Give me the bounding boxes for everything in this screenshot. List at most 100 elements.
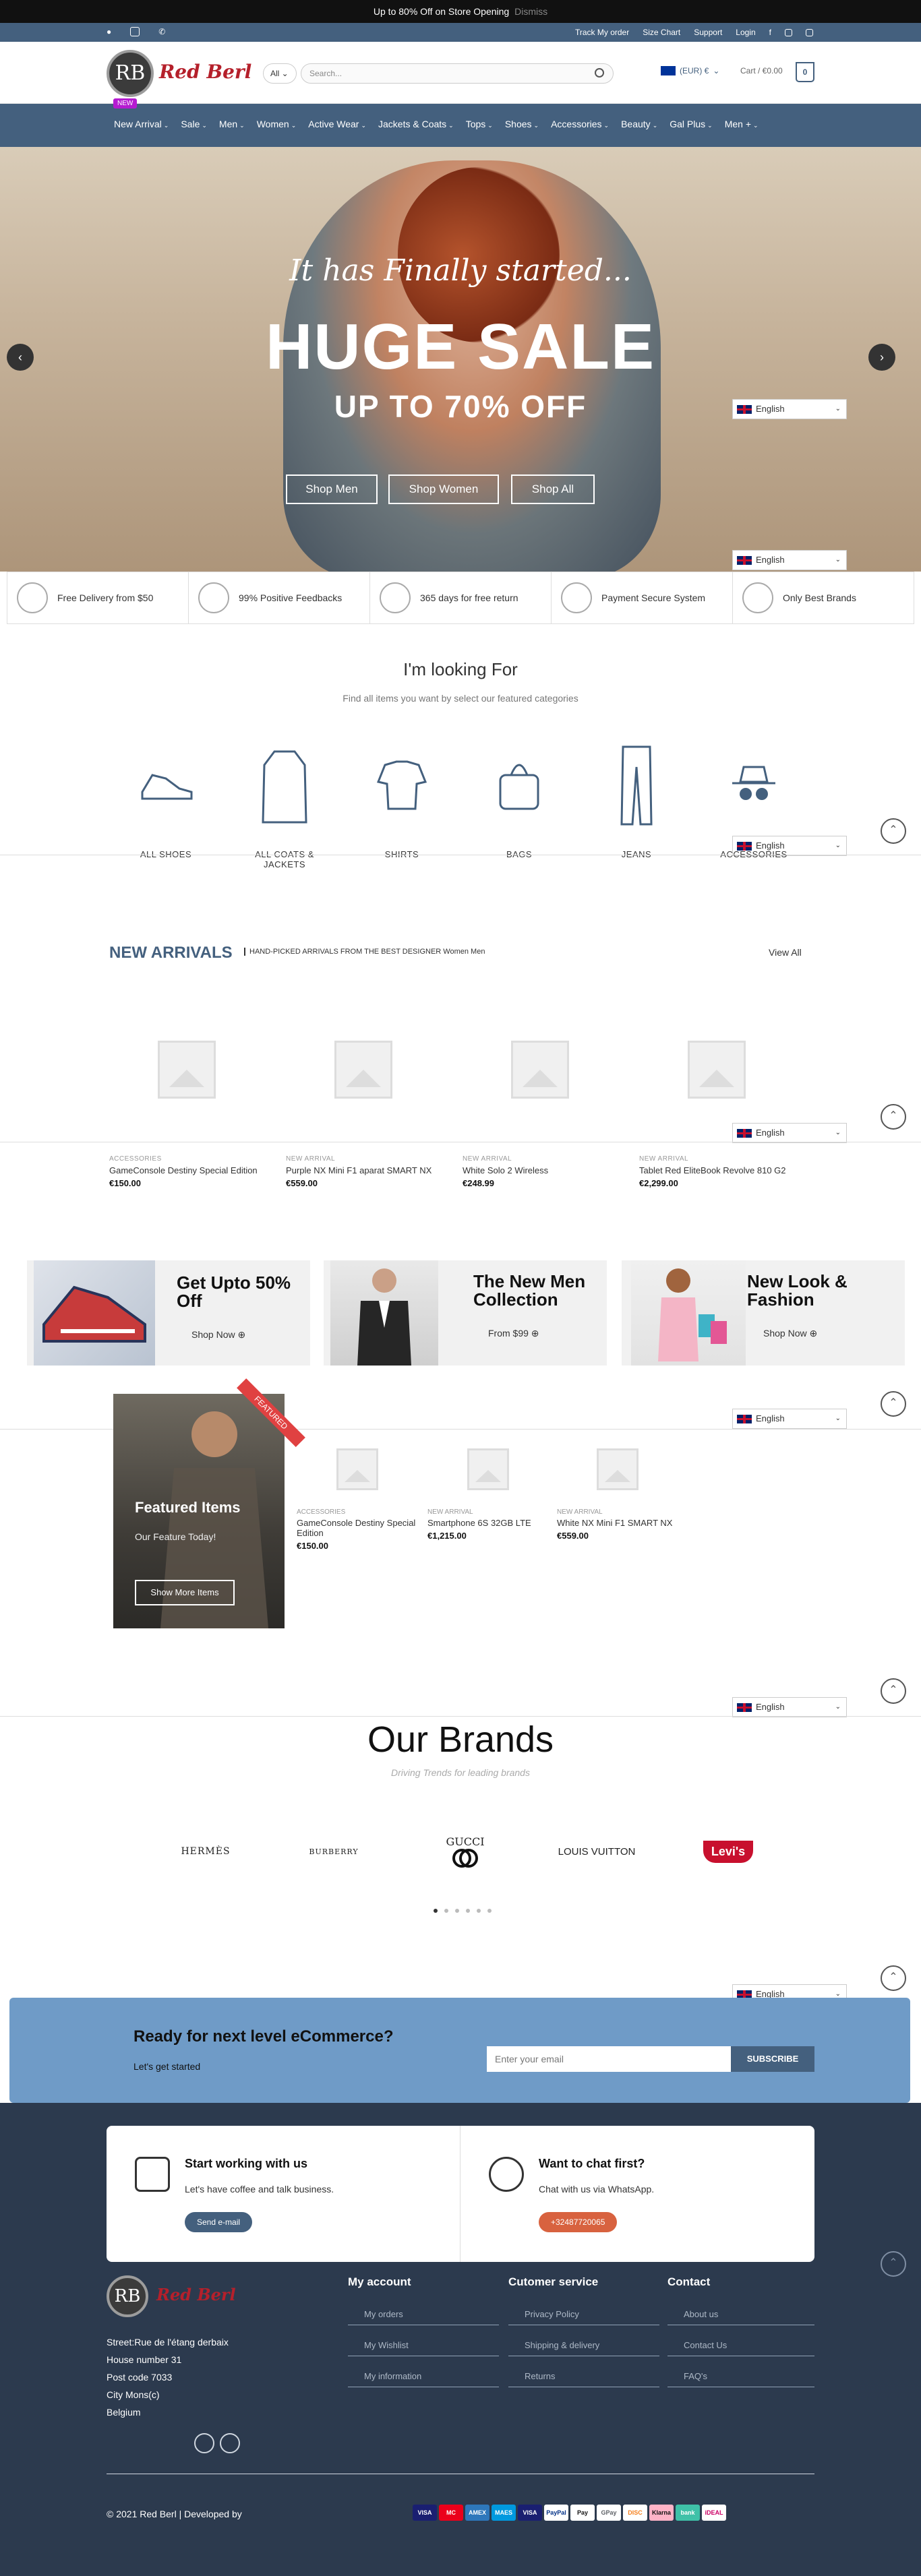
nav-jackets-coats[interactable]: Jackets & Coats ⌄ [372, 119, 460, 129]
brand-levis[interactable]: Levi's [694, 1828, 762, 1875]
size-chart-link[interactable]: Size Chart [643, 28, 680, 37]
promo-banner-fashion[interactable]: New Look & Fashion Shop Now ⊕ [622, 1260, 905, 1366]
facebook-icon[interactable]: f [769, 28, 771, 37]
support-link[interactable]: Support [694, 28, 722, 37]
slider-next-icon[interactable]: › [868, 344, 895, 371]
carousel-dot[interactable] [444, 1909, 448, 1913]
product-image-placeholder[interactable] [109, 992, 264, 1147]
phone-icon[interactable]: ✆ [158, 27, 165, 36]
slider-prev-icon[interactable]: ‹ [7, 344, 34, 371]
brand-burberry[interactable]: BURBERRY [297, 1828, 371, 1875]
footer-logo-text[interactable]: Red Berl [156, 2285, 236, 2304]
nav-new-arrival[interactable]: New Arrival ⌄ [108, 119, 175, 129]
brand-hermes[interactable]: HERMÈS [169, 1828, 243, 1875]
scroll-to-top-icon[interactable]: ⌃ [881, 818, 906, 844]
product-name[interactable]: White NX Mini F1 SMART NX [557, 1518, 678, 1528]
product-name[interactable]: Purple NX Mini F1 aparat SMART NX [286, 1165, 441, 1175]
email-icon[interactable] [130, 27, 140, 36]
nav-shoes[interactable]: Shoes ⌄ [499, 119, 545, 129]
product-card[interactable]: NEW ARRIVAL Tablet Red EliteBook Revolve… [639, 992, 794, 1188]
carousel-dot-active[interactable] [434, 1909, 438, 1913]
product-name[interactable]: Tablet Red EliteBook Revolve 810 G2 [639, 1165, 794, 1175]
carousel-dot[interactable] [477, 1909, 481, 1913]
view-all-link[interactable]: View All [769, 947, 802, 958]
footer-link[interactable]: Contact Us [667, 2335, 814, 2356]
scroll-to-top-icon[interactable]: ⌃ [881, 2251, 906, 2277]
footer-link[interactable]: Privacy Policy [508, 2304, 659, 2325]
logo[interactable]: RB [107, 50, 154, 97]
scroll-to-top-icon[interactable]: ⌃ [881, 1104, 906, 1130]
product-name[interactable]: GameConsole Destiny Special Edition [297, 1518, 418, 1538]
brand-gucci[interactable]: GUCCI [425, 1828, 506, 1875]
shop-all-button[interactable]: Shop All [511, 474, 595, 504]
subscribe-button[interactable]: SUBSCRIBE [731, 2046, 814, 2072]
product-image-placeholder[interactable] [557, 1436, 678, 1503]
nav-accessories[interactable]: Accessories ⌄ [545, 119, 615, 129]
currency-switcher[interactable]: (EUR) € ⌄ [661, 66, 719, 75]
product-card[interactable]: NEW ARRIVAL White Solo 2 Wireless €248.9… [463, 992, 618, 1188]
nav-sale[interactable]: Sale ⌄ [175, 119, 213, 129]
nav-men[interactable]: Men ⌄ [213, 119, 251, 129]
category-shoes[interactable]: ALL SHOES [119, 741, 213, 859]
language-switcher[interactable]: English⌄ [732, 1697, 847, 1717]
product-image-placeholder[interactable] [427, 1436, 549, 1503]
footer-link[interactable]: Shipping & delivery [508, 2335, 659, 2356]
promo-cta[interactable]: Shop Now ⊕ [191, 1329, 245, 1341]
promo-banner-sale[interactable]: Get Upto 50% Off Shop Now ⊕ [27, 1260, 310, 1366]
nav-beauty[interactable]: Beauty ⌄ [615, 119, 663, 129]
nav-gal-plus[interactable]: Gal Plus ⌄ [663, 119, 718, 129]
category-select[interactable]: All ⌄ [263, 63, 297, 84]
instagram-icon[interactable] [785, 28, 792, 36]
category-accessories[interactable]: ACCESSORIES [707, 741, 801, 859]
shop-men-button[interactable]: Shop Men [286, 474, 378, 504]
dismiss-link[interactable]: Dismiss [514, 6, 547, 17]
footer-link[interactable]: My information [348, 2366, 499, 2387]
promo-banner-men[interactable]: The New Men Collection From $99 ⊕ [324, 1260, 607, 1366]
footer-logo[interactable]: RB [107, 2275, 148, 2317]
location-icon[interactable]: ● [107, 27, 111, 36]
footer-link[interactable]: About us [667, 2304, 814, 2325]
category-bags[interactable]: BAGS [472, 741, 566, 859]
category-jeans[interactable]: JEANS [589, 741, 684, 859]
nav-women[interactable]: Women ⌄ [251, 119, 303, 129]
nav-tops[interactable]: Tops ⌄ [460, 119, 499, 129]
facebook-icon[interactable] [194, 2433, 214, 2453]
nav-men-plus[interactable]: Men + ⌄ [719, 119, 765, 129]
login-link[interactable]: Login [736, 28, 755, 37]
language-switcher[interactable]: English⌄ [732, 550, 847, 570]
language-switcher[interactable]: English⌄ [732, 1409, 847, 1429]
cart-link[interactable]: Cart / €0.00 [740, 66, 783, 75]
search-icon[interactable] [595, 68, 604, 78]
product-image-placeholder[interactable] [463, 992, 618, 1147]
featured-product-card[interactable]: ACCESSORIES GameConsole Destiny Special … [297, 1436, 418, 1551]
product-name[interactable]: GameConsole Destiny Special Edition [109, 1165, 264, 1175]
product-name[interactable]: White Solo 2 Wireless [463, 1165, 618, 1175]
send-email-button[interactable]: Send e-mail [185, 2212, 253, 2232]
email-input[interactable]: Enter your email [487, 2046, 731, 2072]
mail-icon[interactable] [806, 28, 813, 36]
category-shirts[interactable]: SHIRTS [355, 741, 449, 859]
footer-link[interactable]: My orders [348, 2304, 499, 2325]
carousel-dot[interactable] [487, 1909, 492, 1913]
scroll-to-top-icon[interactable]: ⌃ [881, 1391, 906, 1417]
footer-link[interactable]: FAQ's [667, 2366, 814, 2387]
featured-product-card[interactable]: NEW ARRIVAL White NX Mini F1 SMART NX €5… [557, 1436, 678, 1541]
whatsapp-button[interactable]: +32487720065 [539, 2212, 618, 2232]
instagram-icon[interactable] [220, 2433, 240, 2453]
language-switcher[interactable]: English⌄ [732, 399, 847, 419]
cart-icon[interactable]: 0 [796, 62, 814, 82]
product-image-placeholder[interactable] [286, 992, 441, 1147]
footer-link[interactable]: Returns [508, 2366, 659, 2387]
brand-louis-vuitton[interactable]: LOUIS VUITTON [553, 1828, 641, 1875]
product-card[interactable]: ACCESSORIES GameConsole Destiny Special … [109, 992, 264, 1188]
product-name[interactable]: Smartphone 6S 32GB LTE [427, 1518, 549, 1528]
product-image-placeholder[interactable] [639, 992, 794, 1147]
product-image-placeholder[interactable] [297, 1436, 418, 1503]
footer-link[interactable]: My Wishlist [348, 2335, 499, 2356]
search-input[interactable]: Search... [301, 63, 614, 84]
category-coats[interactable]: ALL COATS & JACKETS [237, 741, 332, 869]
track-order-link[interactable]: Track My order [575, 28, 629, 37]
scroll-to-top-icon[interactable]: ⌃ [881, 1678, 906, 1704]
product-card[interactable]: NEW ARRIVAL Purple NX Mini F1 aparat SMA… [286, 992, 441, 1188]
shop-women-button[interactable]: Shop Women [388, 474, 499, 504]
